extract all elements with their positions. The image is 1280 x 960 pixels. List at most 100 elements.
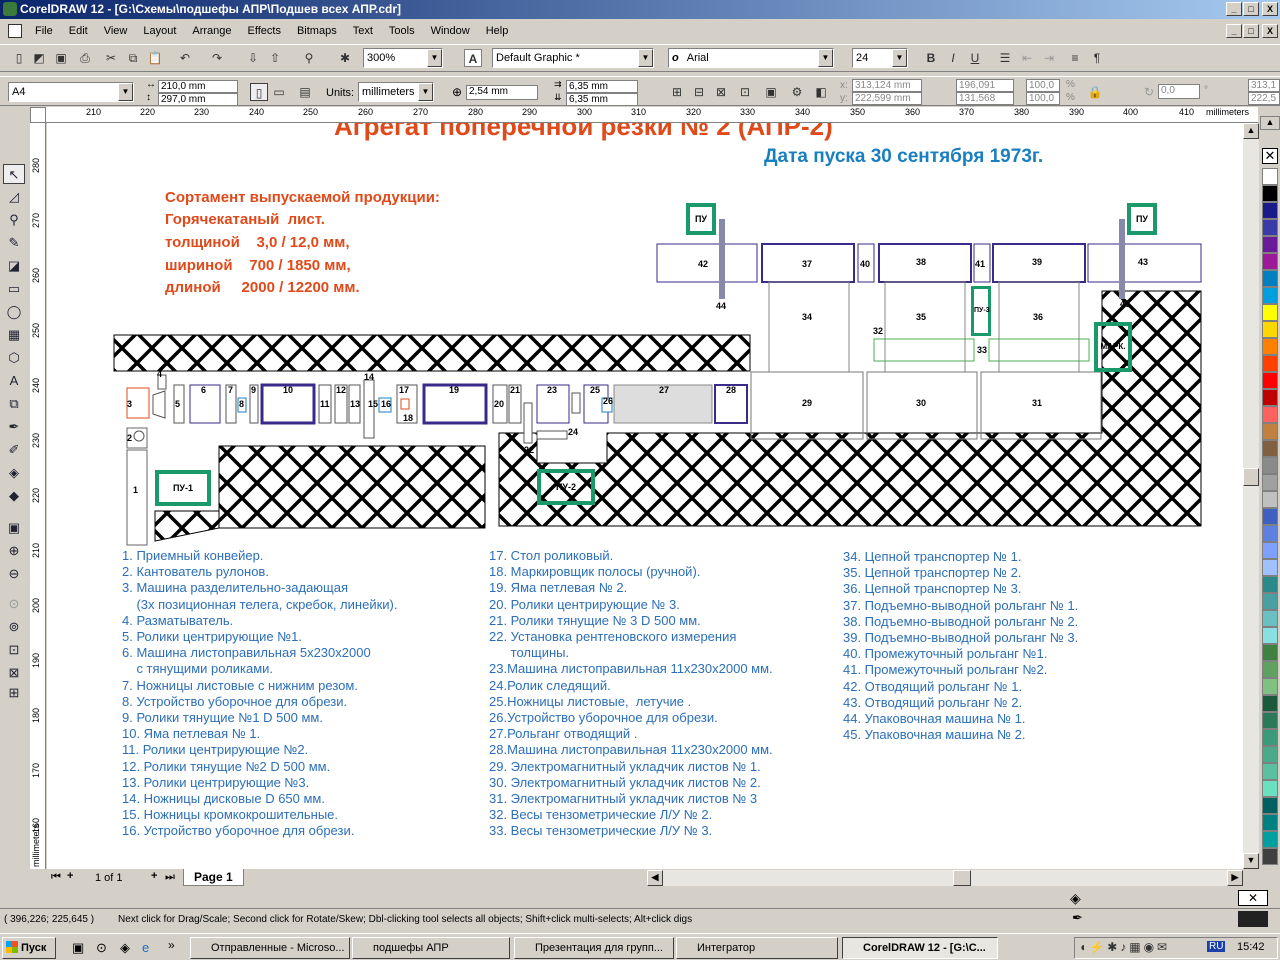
color-swatch[interactable] — [1262, 474, 1278, 491]
color-swatch[interactable] — [1262, 593, 1278, 610]
menu-tools[interactable]: Tools — [381, 21, 423, 41]
color-swatch[interactable] — [1262, 627, 1278, 644]
indent-icon[interactable]: ⇤ — [1018, 49, 1036, 67]
color-swatch[interactable] — [1262, 559, 1278, 576]
view-options-icon[interactable]: ◧ — [812, 83, 830, 101]
graphic-style-select[interactable]: Default Graphic * ▼ — [492, 48, 654, 68]
menu-view[interactable]: View — [96, 21, 136, 41]
align-icon[interactable]: ☰ — [996, 49, 1014, 67]
color-swatch[interactable] — [1262, 576, 1278, 593]
color-swatch[interactable] — [1262, 661, 1278, 678]
bullet-icon[interactable]: ≡ — [1066, 49, 1084, 67]
color-swatch[interactable] — [1262, 814, 1278, 831]
color-swatch[interactable] — [1262, 610, 1278, 627]
doc-close-button[interactable]: X — [1262, 24, 1278, 38]
snap-guides-icon[interactable]: ⊟ — [690, 83, 708, 101]
scroll-up-button[interactable]: ▲ — [1243, 123, 1259, 139]
lock-ratio-icon[interactable]: 🔒 — [1086, 83, 1104, 101]
no-color-swatch[interactable]: ✕ — [1262, 148, 1278, 164]
menu-bitmaps[interactable]: Bitmaps — [289, 21, 345, 41]
color-swatch[interactable] — [1262, 389, 1278, 406]
color-swatch[interactable] — [1262, 763, 1278, 780]
color-swatch[interactable] — [1262, 440, 1278, 457]
maximize-button[interactable]: □ — [1243, 2, 1259, 16]
color-swatch[interactable] — [1262, 729, 1278, 746]
dyn-guides-icon[interactable]: ⊡ — [736, 83, 754, 101]
doc-minimize-button[interactable]: _ — [1226, 24, 1242, 38]
eyedropper-icon[interactable]: ✒ — [3, 417, 25, 437]
task-explorer[interactable]: подшефы АПР — [352, 937, 510, 959]
font-size-select[interactable]: 24 ▼ — [852, 48, 908, 68]
menu-edit[interactable]: Edit — [61, 21, 96, 41]
color-swatch[interactable] — [1262, 508, 1278, 525]
menu-layout[interactable]: Layout — [135, 21, 184, 41]
close-button[interactable]: X — [1262, 2, 1278, 16]
paste-icon[interactable]: 📋 — [146, 49, 164, 67]
zoom-width-icon[interactable]: ⊠ — [3, 663, 25, 683]
scale-w-field[interactable]: 100,0 — [1026, 79, 1060, 92]
print-icon[interactable]: ⎙ — [76, 49, 94, 67]
menu-arrange[interactable]: Arrange — [184, 21, 239, 41]
tray-icons[interactable]: ◖⚡✱♪▦◉✉ — [1079, 940, 1170, 954]
start-button[interactable]: Пуск — [2, 937, 56, 959]
color-swatch[interactable] — [1262, 525, 1278, 542]
color-swatch[interactable] — [1262, 270, 1278, 287]
color-swatch[interactable] — [1262, 304, 1278, 321]
zoom-page-icon[interactable]: ⊡ — [3, 640, 25, 660]
portrait-icon[interactable]: ▯ — [250, 83, 268, 101]
menu-window[interactable]: Window — [423, 21, 478, 41]
page-tab[interactable]: Page 1 — [183, 869, 244, 886]
color-swatch[interactable] — [1262, 695, 1278, 712]
color-swatch[interactable] — [1262, 372, 1278, 389]
snap-objects-icon[interactable]: ⊠ — [712, 83, 730, 101]
position-x-field[interactable]: 313,124 mm — [852, 79, 922, 92]
doc-restore-button[interactable]: □ — [1243, 24, 1259, 38]
redo-icon[interactable]: ↷ — [208, 49, 226, 67]
media-icon[interactable]: ◈ — [120, 940, 130, 956]
right-x-field[interactable]: 313,1 — [1248, 79, 1280, 92]
view-manager-icon[interactable]: ▣ — [3, 518, 25, 538]
options-icon[interactable]: ✱ — [336, 49, 354, 67]
nudge-field[interactable]: 2,54 mm — [466, 85, 538, 100]
task-integrator[interactable]: Интегратор — [676, 937, 838, 959]
interactive-blend-icon[interactable]: ⧉ — [3, 394, 25, 414]
color-swatch[interactable] — [1262, 848, 1278, 865]
color-swatch[interactable] — [1262, 423, 1278, 440]
snap-grid-icon[interactable]: ⊞ — [668, 83, 686, 101]
paper-height-field[interactable]: 297,0 mm — [158, 93, 238, 106]
import-icon[interactable]: ⇩ — [244, 49, 262, 67]
color-swatch[interactable] — [1262, 644, 1278, 661]
size-w-field[interactable]: 196,091 mm — [956, 79, 1014, 102]
color-swatch[interactable] — [1262, 355, 1278, 372]
copy-icon[interactable]: ⧉ — [124, 49, 142, 67]
scroll-down-button[interactable]: ▼ — [1243, 853, 1259, 869]
add-page-before-icon[interactable]: + — [67, 870, 73, 882]
zoom-selected-icon[interactable]: ⊙ — [3, 594, 25, 614]
color-swatch[interactable] — [1262, 457, 1278, 474]
size-h-field[interactable]: 131,568 mm — [956, 92, 1014, 115]
paragraph-icon[interactable]: ¶ — [1088, 49, 1106, 67]
menu-text[interactable]: Text — [345, 21, 381, 41]
save-icon[interactable]: ▣ — [52, 49, 70, 67]
color-swatch[interactable] — [1262, 780, 1278, 797]
ellipse-tool-icon[interactable]: ◯ — [3, 302, 25, 322]
color-swatch[interactable] — [1262, 287, 1278, 304]
vertical-scrollbar[interactable]: ▲ ▼ — [1243, 123, 1259, 869]
menu-help[interactable]: Help — [478, 21, 517, 41]
scroll-right-button[interactable]: ▶ — [1227, 870, 1243, 886]
landscape-icon[interactable]: ▭ — [270, 83, 288, 101]
undo-icon[interactable]: ↶ — [176, 49, 194, 67]
treat-filled-icon[interactable]: ▣ — [762, 83, 780, 101]
units-select[interactable]: millimeters ▼ — [358, 82, 434, 102]
task-coreldraw[interactable]: CorelDRAW 12 - [G:\С... — [842, 937, 998, 959]
rectangle-tool-icon[interactable]: ▭ — [3, 279, 25, 299]
freehand-tool-icon[interactable]: ✎ — [3, 233, 25, 253]
paper-width-field[interactable]: 210,0 mm — [158, 80, 238, 93]
duplicate-x-field[interactable]: 6,35 mm — [566, 80, 638, 93]
desktop-icon[interactable]: ▣ — [72, 940, 84, 956]
first-page-icon[interactable]: ⏮ — [51, 871, 61, 884]
color-swatch[interactable] — [1262, 797, 1278, 814]
right-y-field[interactable]: 222,5 — [1248, 92, 1280, 105]
color-swatch[interactable] — [1262, 168, 1278, 185]
color-swatch[interactable] — [1262, 678, 1278, 695]
